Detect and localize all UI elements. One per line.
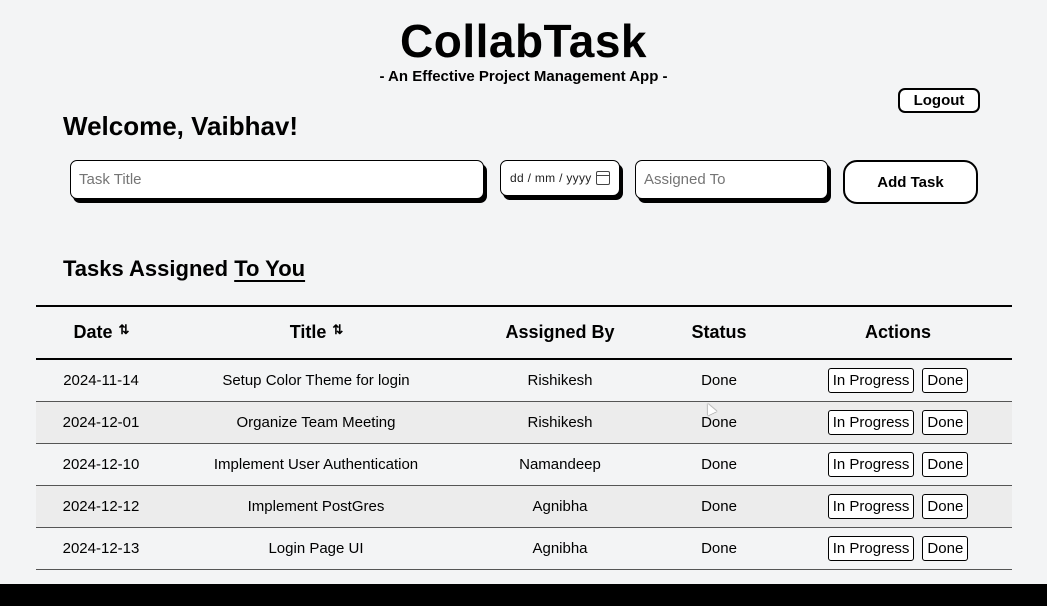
- column-header-actions: Actions: [864, 322, 931, 342]
- column-header-title[interactable]: Title ⇅: [166, 306, 466, 359]
- cell-status: Done: [701, 539, 737, 557]
- cell-date: 2024-12-13: [62, 539, 140, 557]
- task-title-input[interactable]: [70, 160, 484, 199]
- date-placeholder: dd / mm / yyyy: [510, 171, 592, 185]
- cell-status: Done: [701, 455, 737, 473]
- done-button[interactable]: Done: [922, 535, 969, 561]
- section-heading-prefix: Tasks Assigned: [63, 256, 235, 281]
- table-row: 2024-12-01 Organize Team Meeting Rishikesh…: [36, 401, 1012, 443]
- cell-actions: In Progress Done: [784, 443, 1012, 485]
- cell-assigned-by: Namandeep: [519, 455, 601, 473]
- cell-status: Done: [701, 497, 737, 515]
- app-tagline: - An Effective Project Management App -: [379, 68, 668, 85]
- task-rows: 2024-11-14 Setup Color Theme for login Ris…: [36, 359, 1012, 569]
- tasks-section-heading: Tasks Assigned To You: [63, 256, 305, 282]
- done-button[interactable]: Done: [922, 451, 969, 477]
- done-button[interactable]: Done: [922, 493, 969, 519]
- cell-assigned-by: Agnibha: [532, 497, 588, 515]
- cell-title: Implement User Authentication: [213, 455, 419, 473]
- welcome-heading: Welcome, Vaibhav!: [63, 111, 299, 141]
- table-row: 2024-11-14 Setup Color Theme for login Ris…: [36, 359, 1012, 401]
- in-progress-button[interactable]: In Progress: [827, 493, 915, 519]
- cell-assigned-by: Rishikesh: [527, 413, 593, 431]
- table-row: 2024-12-10 Implement User Authentication N…: [36, 443, 1012, 485]
- table-row: 2024-12-13 Login Page UI Agnibha Done In Pro…: [36, 527, 1012, 569]
- logout-button[interactable]: Logout: [898, 88, 980, 113]
- in-progress-button[interactable]: In Progress: [827, 535, 915, 561]
- bottom-bar: [0, 584, 1047, 606]
- date-header-label: Date: [73, 322, 113, 342]
- cell-actions: In Progress Done: [784, 485, 1012, 527]
- cell-assigned-by: Rishikesh: [527, 371, 593, 389]
- cell-date: 2024-12-01: [62, 413, 140, 431]
- table-header-row: Date ⇅ Title ⇅ Assigned By Status Actions: [36, 306, 1012, 359]
- calendar-icon[interactable]: [596, 171, 610, 185]
- cell-date: 2024-11-14: [63, 371, 139, 389]
- cell-date: 2024-12-12: [62, 497, 140, 515]
- cell-status: Done: [701, 413, 737, 431]
- sort-arrows-icon[interactable]: ⇅: [332, 322, 343, 338]
- title-header-label: Title: [289, 322, 327, 342]
- cell-actions: In Progress Done: [784, 527, 1012, 569]
- app-title: CollabTask: [400, 15, 647, 67]
- cell-actions: In Progress Done: [784, 401, 1012, 443]
- tasks-table: Date ⇅ Title ⇅ Assigned By Status Actions …: [36, 305, 1012, 570]
- table-row: 2024-12-12 Implement PostGres Agnibha Done I…: [36, 485, 1012, 527]
- done-button[interactable]: Done: [922, 409, 969, 435]
- column-header-status: Status: [691, 322, 747, 342]
- cell-title: Login Page UI: [268, 539, 364, 557]
- cell-title: Setup Color Theme for login: [222, 371, 410, 389]
- in-progress-button[interactable]: In Progress: [827, 409, 915, 435]
- cell-date: 2024-12-10: [62, 455, 140, 473]
- sort-arrows-icon[interactable]: ⇅: [119, 322, 130, 338]
- due-date-input[interactable]: dd / mm / yyyy: [500, 160, 620, 196]
- column-header-date[interactable]: Date ⇅: [36, 306, 166, 359]
- in-progress-button[interactable]: In Progress: [827, 367, 915, 393]
- section-heading-emphasis: To You: [234, 256, 306, 281]
- cell-assigned-by: Agnibha: [532, 539, 588, 557]
- cell-actions: In Progress Done: [784, 359, 1012, 401]
- cell-title: Implement PostGres: [247, 497, 385, 515]
- cell-title: Organize Team Meeting: [236, 413, 396, 431]
- in-progress-button[interactable]: In Progress: [827, 451, 915, 477]
- add-task-button[interactable]: Add Task: [843, 160, 978, 204]
- done-button[interactable]: Done: [922, 367, 969, 393]
- cell-status: Done: [701, 371, 737, 389]
- assigned-to-input[interactable]: [635, 160, 828, 199]
- column-header-assigned-by: Assigned By: [505, 322, 615, 342]
